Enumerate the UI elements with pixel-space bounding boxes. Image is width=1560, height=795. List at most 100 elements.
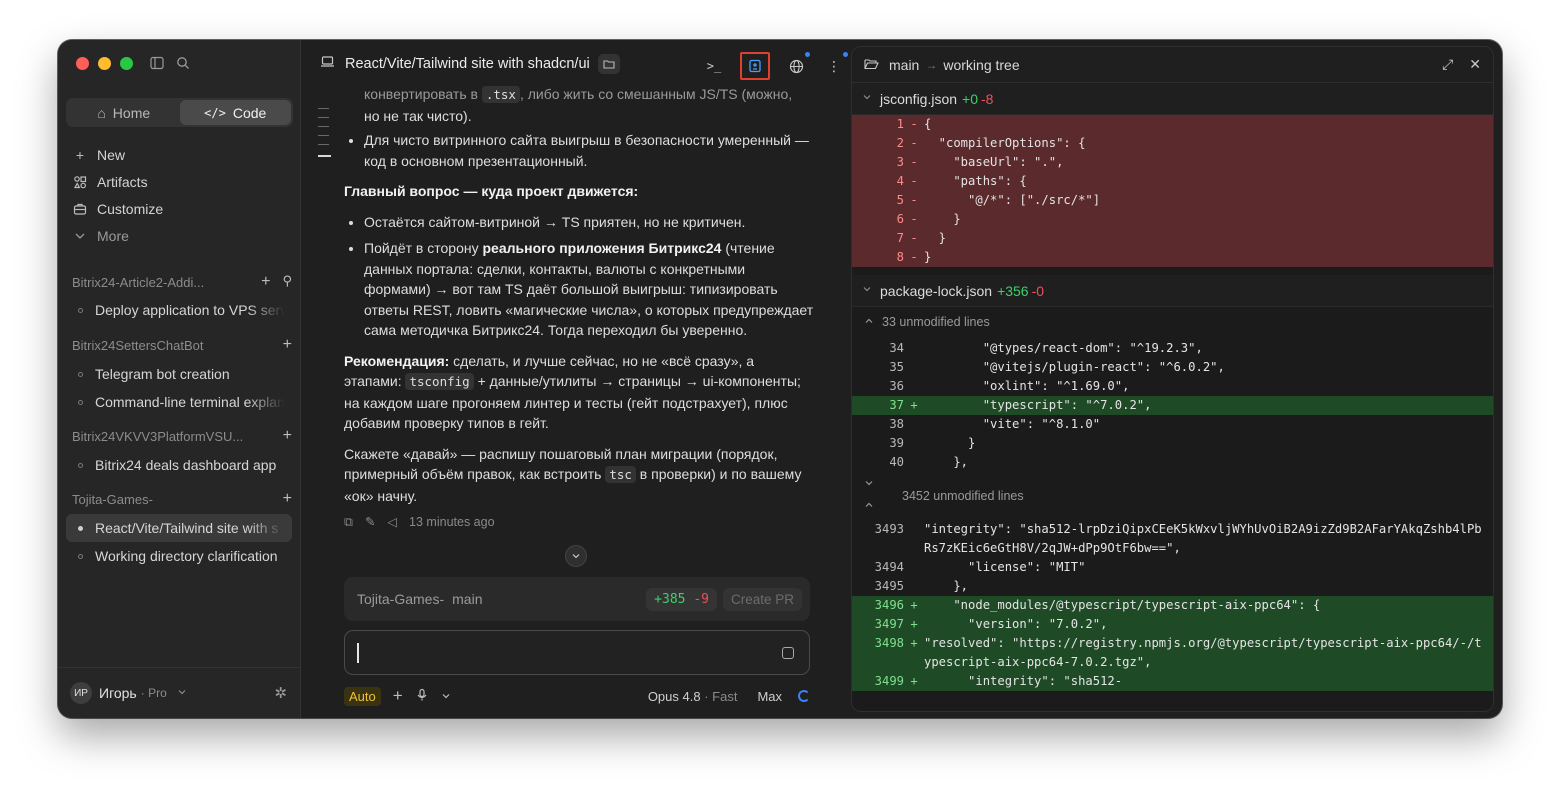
line-content: "vite": "^8.1.0": [924, 417, 1101, 431]
arrow-right-icon: →: [925, 57, 938, 72]
sidebar-toggle-icon[interactable]: [149, 55, 165, 71]
mode-selector[interactable]: Auto: [344, 686, 381, 706]
chevron-down-icon[interactable]: [864, 478, 874, 491]
file-header[interactable]: package-lock.json +356 -0: [852, 275, 1493, 307]
copy-icon[interactable]: ⧉: [344, 512, 353, 533]
diffstat-badge[interactable]: +385 -9: [646, 587, 717, 611]
tab-home[interactable]: ⌂ Home: [68, 100, 180, 125]
diff-branch[interactable]: main: [889, 57, 919, 73]
home-icon: ⌂: [97, 104, 106, 121]
project-section: Bitrix24-Article2-Addi... + ⚲ Deploy app…: [72, 271, 292, 324]
line-content: "paths": {: [924, 174, 1027, 188]
new-chat-plus-icon[interactable]: +: [283, 336, 292, 354]
nav-artifacts[interactable]: Artifacts: [72, 168, 292, 195]
close-icon[interactable]: ✕: [1469, 56, 1481, 73]
chat-list-item-active[interactable]: React/Vite/Tailwind site with s: [66, 514, 292, 542]
nav-new[interactable]: + New: [72, 141, 292, 168]
line-number: 6: [896, 212, 904, 226]
terminal-icon[interactable]: >_: [702, 54, 726, 78]
chat-list-item[interactable]: Working directory clarification: [72, 542, 292, 570]
project-title: Bitrix24SettersChatBot: [72, 337, 204, 353]
line-content: "resolved": "https://registry.npmjs.org/…: [924, 636, 1482, 669]
globe-icon[interactable]: [784, 52, 810, 78]
diff-panel-icon[interactable]: [740, 52, 770, 80]
minimize-window-button[interactable]: [98, 57, 111, 70]
attach-plus-icon[interactable]: +: [393, 686, 403, 706]
new-chat-plus-icon[interactable]: +: [283, 490, 292, 508]
chat-bullet-icon: [78, 462, 83, 468]
nav-more-label: More: [97, 227, 129, 244]
project-header[interactable]: Tojita-Games- +: [72, 488, 292, 510]
tab-code[interactable]: </> Code: [179, 100, 291, 125]
more-vertical-icon[interactable]: ⋮: [822, 52, 848, 78]
nav-more[interactable]: More: [72, 222, 292, 249]
microphone-icon[interactable]: [415, 688, 429, 705]
model-name: Opus 4.8: [647, 688, 701, 704]
chat-bullet-icon: [78, 553, 83, 559]
bug-icon[interactable]: ✲: [274, 684, 287, 702]
scroll-to-bottom-button[interactable]: [565, 545, 587, 567]
branch-name[interactable]: main: [452, 591, 482, 607]
diff-line: 39 }: [852, 434, 1493, 453]
diff-target[interactable]: working tree: [943, 57, 1019, 73]
line-number: 5: [896, 193, 904, 207]
line-number: 40: [889, 455, 904, 469]
line-content: "integrity": "sha512-: [924, 674, 1123, 688]
line-number: 3: [896, 155, 904, 169]
line-number: 35: [889, 360, 904, 374]
effort-selector[interactable]: Max: [757, 689, 782, 704]
chat-bullet-icon: [78, 525, 83, 531]
unmodified-label: 3452 unmodified lines: [902, 489, 1024, 503]
chat-list-item[interactable]: Command-line terminal explan: [72, 388, 292, 416]
chat-list-item[interactable]: Bitrix24 deals dashboard app: [72, 451, 292, 479]
expand-unmodified-lines[interactable]: 3452 unmodified lines: [852, 472, 1493, 520]
chat-list-item[interactable]: Deploy application to VPS serv: [72, 296, 292, 324]
list-item: Пойдёт в сторону реального приложения Би…: [364, 238, 814, 341]
filter-sliders-icon[interactable]: ⚲: [282, 273, 292, 291]
zoom-window-button[interactable]: [120, 57, 133, 70]
search-icon[interactable]: [175, 55, 191, 71]
line-content: },: [924, 455, 969, 469]
chevron-up-icon[interactable]: [864, 500, 874, 513]
expand-unmodified-lines[interactable]: 33 unmodified lines: [852, 307, 1493, 337]
model-selector[interactable]: Opus 4.8 · Fast: [648, 689, 738, 704]
laptop-icon: [320, 55, 335, 73]
project-header[interactable]: Bitrix24SettersChatBot +: [72, 334, 292, 356]
text-caret: [357, 643, 359, 663]
create-pr-button[interactable]: Create PR: [722, 587, 802, 611]
message-input[interactable]: [344, 630, 810, 675]
new-chat-plus-icon[interactable]: +: [283, 427, 292, 445]
stop-icon[interactable]: [782, 647, 794, 659]
message-paragraph: конвертировать в .tsx, либо жить со смеш…: [364, 84, 814, 126]
chat-list-item[interactable]: Telegram bot creation: [72, 360, 292, 388]
close-window-button[interactable]: [76, 57, 89, 70]
diff-line-added: 3499 + "integrity": "sha512-: [852, 672, 1493, 691]
line-content: }: [924, 250, 932, 264]
expand-icon[interactable]: ⤢: [1442, 56, 1453, 73]
project-header[interactable]: Bitrix24-Article2-Addi... + ⚲: [72, 271, 292, 293]
context-usage-icon[interactable]: [798, 690, 810, 702]
new-chat-plus-icon[interactable]: +: [261, 273, 270, 291]
user-menu[interactable]: ИР Игорь · Pro ✲: [58, 667, 301, 718]
message-text: , либо жить со смешанным JS/TS (можно,: [519, 86, 793, 102]
line-marker: [904, 339, 924, 358]
line-content: "oxlint": "^1.69.0",: [924, 379, 1130, 393]
chevron-down-icon[interactable]: [441, 689, 451, 704]
folder-icon[interactable]: [597, 54, 620, 74]
nav-new-label: New: [97, 146, 126, 163]
list-item: Для чисто витринного сайта выигрыш в без…: [364, 130, 814, 171]
chat-bullet-icon: [78, 307, 83, 313]
unmodified-label: 33 unmodified lines: [882, 315, 990, 329]
nav-customize[interactable]: Customize: [72, 195, 292, 222]
message-scroll-navigator[interactable]: [318, 108, 331, 157]
diff-line: 36 "oxlint": "^1.69.0",: [852, 377, 1493, 396]
scroll-mark: [318, 144, 329, 145]
speaker-icon[interactable]: ◁: [387, 512, 397, 533]
repo-name: Tojita-Games-: [357, 591, 445, 607]
project-header[interactable]: Bitrix24VKVV3PlatformVSU... +: [72, 425, 292, 447]
line-number: 2: [896, 136, 904, 150]
file-header[interactable]: jsconfig.json +0 -8: [852, 83, 1493, 115]
pin-icon[interactable]: ✎: [365, 512, 375, 533]
nav-customize-label: Customize: [97, 200, 164, 217]
chat-title: Command-line terminal explan: [95, 394, 285, 410]
